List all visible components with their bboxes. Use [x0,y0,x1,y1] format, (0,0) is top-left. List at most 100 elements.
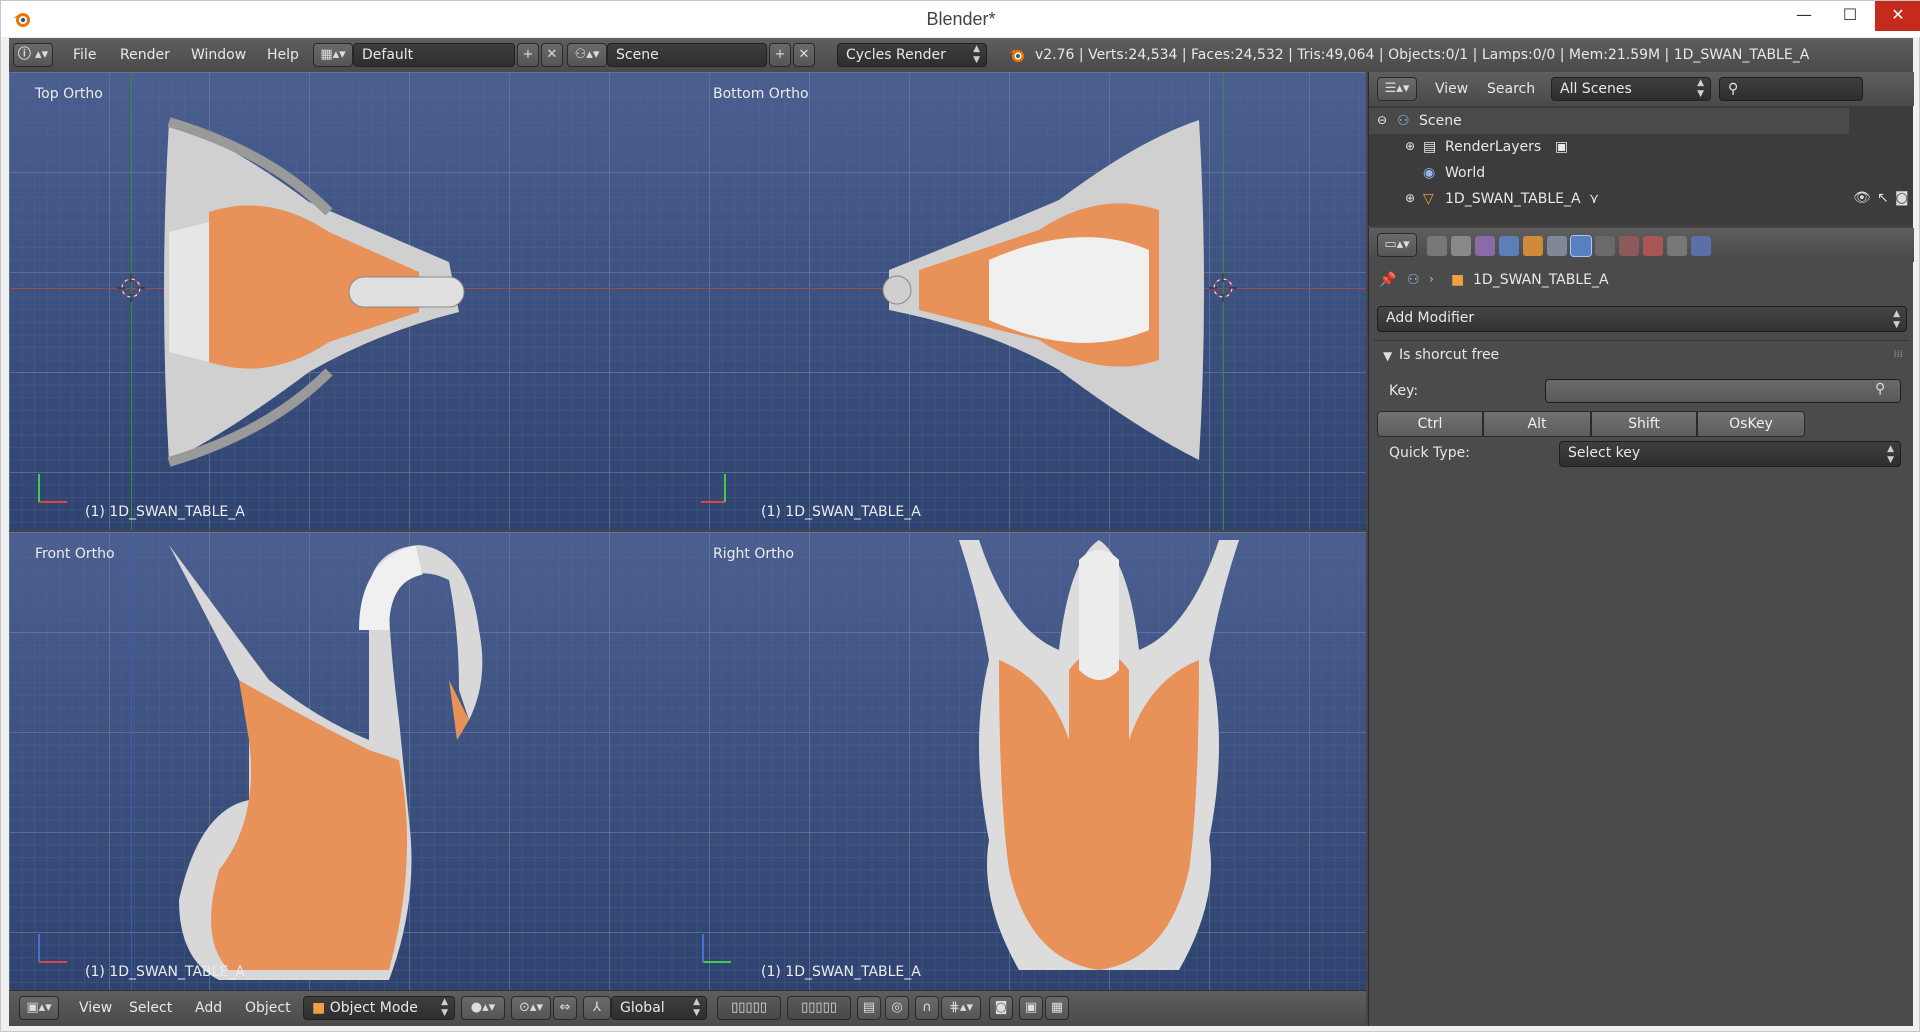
solid-sphere-icon: ● [470,1000,483,1015]
manipulator-toggle[interactable]: ⇔ [553,996,577,1020]
scene-tab-icon[interactable] [1475,236,1495,256]
key-input[interactable] [1545,379,1901,403]
blender-app: ⓘ ▴▾ File Render Window Help ▦▴▾ Default… [9,38,1914,1026]
render-engine-label: Cycles Render [846,47,946,63]
add-scene-button[interactable]: + [769,43,791,67]
editor-type-info-button[interactable]: ⓘ ▴▾ [13,43,53,67]
add-modifier-dropdown[interactable]: Add Modifier ▲ ▼ [1377,306,1907,332]
viewport-label: Front Ortho [35,546,115,562]
properties-editor: ▭▴▾ 📌 ⚇ › ■ 1D_SWAN_TABLE_A Add Modifier… [1368,228,1914,1026]
3d-view-header: ▣▴▾ View Select Add Object ■ Object Mode… [9,990,1366,1026]
quick-type-dropdown[interactable]: Select key ▲ ▼ [1559,441,1901,467]
renderability-camera-icon[interactable]: ◙ [1895,190,1909,206]
editor-type-outliner-button[interactable]: ☰▴▾ [1377,77,1417,101]
constraints-tab-icon[interactable] [1547,236,1567,256]
render-snapshot-button[interactable]: ▣ [1019,996,1043,1020]
mesh-data-icon: ⋎ [1589,191,1600,207]
editor-type-properties-button[interactable]: ▭▴▾ [1377,233,1417,257]
screen-layout-icon-button[interactable]: ▦▴▾ [313,43,353,67]
render-tab-icon[interactable] [1427,236,1447,256]
minimize-button[interactable]: — [1781,1,1827,31]
world-tab-icon[interactable] [1499,236,1519,256]
proportional-edit-icon: ◎ [891,1000,903,1015]
swan-bottom-view [882,120,1204,460]
menu-help[interactable]: Help [267,47,299,63]
outliner-menu-view[interactable]: View [1435,81,1468,97]
quick-type-label: Quick Type: [1389,445,1470,461]
outliner-row-world[interactable]: ◉ World [1369,160,1849,186]
outliner-row-scene[interactable]: ⊖ ⚇ Scene [1369,108,1849,134]
selectability-cursor-icon[interactable]: ↖ [1877,190,1889,206]
outliner-search-input[interactable]: ⚲ [1719,77,1863,101]
menu-object[interactable]: Object [245,1000,291,1016]
render-layers-tab-icon[interactable] [1451,236,1471,256]
lock-layers-button[interactable]: ▤ [857,996,881,1020]
layers-group-2[interactable]: ▯▯▯▯▯ [787,996,851,1020]
menu-window[interactable]: Window [191,47,246,63]
texture-tab-icon[interactable] [1643,236,1663,256]
expand-icon[interactable]: ⊕ [1405,191,1415,205]
particles-tab-icon[interactable] [1667,236,1687,256]
viewport-shading-button[interactable]: ●▴▾ [461,996,505,1020]
ctrl-toggle[interactable]: Ctrl [1377,411,1483,437]
maximize-button[interactable]: ☐ [1827,1,1873,31]
alt-toggle[interactable]: Alt [1483,411,1591,437]
layers-group-1[interactable]: ▯▯▯▯▯ [717,996,781,1020]
screen-layout-field[interactable]: Default [353,43,515,67]
modifiers-wrench-tab-icon[interactable] [1570,235,1592,257]
scene-field[interactable]: Scene [607,43,767,67]
delete-layout-button[interactable]: ✕ [541,43,563,67]
delete-scene-button[interactable]: ✕ [793,43,815,67]
clapper-icon: ▦ [1050,1000,1064,1015]
menu-render[interactable]: Render [120,47,170,63]
breadcrumb-arrow-icon: › [1429,272,1434,286]
eyedropper-icon[interactable]: ⚲ [1875,381,1885,397]
oskey-toggle[interactable]: OsKey [1697,411,1805,437]
snap-element-button[interactable]: ⋕▴▾ [941,996,981,1020]
lock-icon: ▤ [862,1000,876,1015]
data-tab-icon[interactable] [1595,236,1615,256]
shift-toggle[interactable]: Shift [1591,411,1697,437]
pivot-point-button[interactable]: ⊙▴▾ [511,996,551,1020]
menu-view[interactable]: View [79,1000,112,1016]
add-layout-button[interactable]: + [517,43,539,67]
physics-tab-icon[interactable] [1691,236,1711,256]
proportional-edit-button[interactable]: ◎ [885,996,909,1020]
outliner-row-object[interactable]: ⊕ ▽ 1D_SWAN_TABLE_A ⋎ [1369,186,1849,212]
outliner-display-mode-dropdown[interactable]: All Scenes ▲ ▼ [1551,77,1711,101]
expand-icon[interactable]: ⊕ [1405,139,1415,153]
menu-add[interactable]: Add [195,1000,222,1016]
dropdown-arrows-icon: ▲ ▼ [1887,444,1894,465]
viewport-label: Top Ortho [35,86,103,102]
outliner-menu-search[interactable]: Search [1487,81,1535,97]
close-button[interactable]: ✕ [1875,1,1920,31]
render-opengl-button[interactable]: ◙ [989,996,1013,1020]
3d-cursor-icon [1209,274,1237,302]
scene-icon-button[interactable]: ⚇▴▾ [567,43,607,67]
axis-gizmo-icon [702,934,731,963]
snap-toggle[interactable]: ∩ [915,996,939,1020]
axis-gizmo-icon [701,474,726,503]
pin-icon[interactable]: 📌 [1379,272,1396,288]
object-tab-icon[interactable] [1523,236,1543,256]
collapse-icon[interactable]: ⊖ [1377,113,1387,127]
transform-orientation-dropdown[interactable]: Global ▲ ▼ [611,996,707,1020]
editor-type-3dview-button[interactable]: ▣▴▾ [19,996,59,1020]
drag-grip-icon[interactable]: ⁞⁞⁞ [1893,349,1903,360]
mode-dropdown[interactable]: ■ Object Mode ▲ ▼ [303,996,455,1020]
menu-file[interactable]: File [73,47,96,63]
menu-select[interactable]: Select [129,1000,172,1016]
viewport-front-ortho[interactable]: Front Ortho Right Ortho (1) 1D_SWAN_TABL… [9,532,1366,990]
viewport-top-ortho[interactable]: Top Ortho Bottom Ortho (1) 1D_SWAN_TABLE… [9,72,1366,530]
visibility-eye-icon[interactable]: 👁 [1853,190,1871,206]
panel-collapse-triangle-icon[interactable]: ▼ [1383,349,1392,363]
outliner-row-renderlayers[interactable]: ⊕ ▤ RenderLayers ▣ [1369,134,1849,160]
render-animation-button[interactable]: ▦ [1045,996,1069,1020]
render-engine-dropdown[interactable]: Cycles Render ▲ ▼ [837,43,987,67]
plus-icon: + [522,47,534,62]
object-cube-icon: ■ [312,1000,326,1016]
scene-icon: ⚇ [1407,272,1420,288]
material-tab-icon[interactable] [1619,236,1639,256]
orientation-label: Global [620,1000,665,1016]
transform-orientation-icon-button[interactable]: ⅄ [583,996,611,1020]
